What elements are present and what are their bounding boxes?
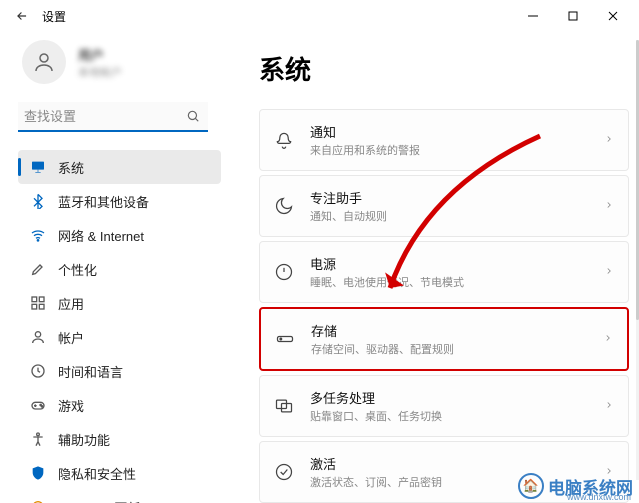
multi-icon — [274, 396, 294, 416]
chevron-right-icon — [603, 333, 613, 346]
clock-icon — [30, 363, 46, 379]
sidebar-item-label: 个性化 — [58, 260, 97, 279]
maximize-button[interactable] — [553, 0, 593, 32]
storage-icon — [275, 329, 295, 349]
sidebar-item-gamepad[interactable]: 游戏 — [18, 388, 221, 422]
search-icon — [186, 109, 200, 128]
card-sub: 来自应用和系统的警报 — [310, 142, 588, 158]
back-button[interactable] — [6, 0, 38, 32]
card-title: 通知 — [310, 122, 588, 141]
sidebar-item-shield[interactable]: 隐私和安全性 — [18, 456, 221, 490]
chevron-right-icon — [604, 400, 614, 413]
avatar — [22, 40, 66, 84]
settings-card-bell[interactable]: 通知来自应用和系统的警报 — [259, 109, 629, 171]
card-sub: 贴靠窗口、桌面、任务切换 — [310, 408, 588, 424]
sidebar-item-wifi[interactable]: 网络 & Internet — [18, 218, 221, 252]
chevron-right-icon — [604, 266, 614, 279]
close-button[interactable] — [593, 0, 633, 32]
sidebar-item-label: Windows 更新 — [58, 498, 140, 503]
brush-icon — [30, 261, 46, 277]
settings-card-list: 通知来自应用和系统的警报专注助手通知、自动规则电源睡眠、电池使用情况、节电模式存… — [259, 109, 629, 503]
sidebar-item-label: 辅助功能 — [58, 430, 110, 449]
sidebar-item-accessibility[interactable]: 辅助功能 — [18, 422, 221, 456]
bell-icon — [274, 130, 294, 150]
shield-icon — [30, 465, 46, 481]
sidebar-item-label: 网络 & Internet — [58, 226, 144, 245]
apps-icon — [30, 295, 46, 311]
person-icon — [30, 329, 46, 345]
sidebar-item-bluetooth[interactable]: 蓝牙和其他设备 — [18, 184, 221, 218]
chevron-right-icon — [604, 134, 614, 147]
check-icon — [274, 462, 294, 482]
settings-card-moon[interactable]: 专注助手通知、自动规则 — [259, 175, 629, 237]
user-block[interactable]: 用户 本地帐户 — [18, 40, 235, 84]
sidebar-item-brush[interactable]: 个性化 — [18, 252, 221, 286]
card-title: 专注助手 — [310, 188, 588, 207]
gamepad-icon — [30, 397, 46, 413]
moon-icon — [274, 196, 294, 216]
settings-card-storage[interactable]: 存储存储空间、驱动器、配置规则 — [259, 307, 629, 371]
search-input[interactable] — [18, 102, 208, 132]
sidebar-item-person[interactable]: 帐户 — [18, 320, 221, 354]
sidebar-item-label: 蓝牙和其他设备 — [58, 192, 149, 211]
sidebar-item-clock[interactable]: 时间和语言 — [18, 354, 221, 388]
sidebar-item-monitor[interactable]: 系统 — [18, 150, 221, 184]
watermark: 🏠 电脑系统网 www.dnxtw.com — [518, 473, 633, 499]
sidebar-item-label: 系统 — [58, 158, 84, 177]
chevron-right-icon — [604, 200, 614, 213]
sidebar-item-label: 游戏 — [58, 396, 84, 415]
power-icon — [274, 262, 294, 282]
card-sub: 存储空间、驱动器、配置规则 — [311, 341, 587, 357]
update-icon — [30, 499, 46, 503]
card-title: 电源 — [310, 254, 588, 273]
page-title: 系统 — [259, 50, 629, 87]
user-name: 用户 — [78, 45, 122, 64]
sidebar-item-label: 帐户 — [58, 328, 84, 347]
sidebar-nav: 系统蓝牙和其他设备网络 & Internet 个性化应用帐户时间和语言游戏辅助功能… — [18, 150, 235, 503]
card-sub: 睡眠、电池使用情况、节电模式 — [310, 274, 588, 290]
card-title: 激活 — [310, 454, 588, 473]
settings-card-multi[interactable]: 多任务处理贴靠窗口、桌面、任务切换 — [259, 375, 629, 437]
wifi-icon — [30, 227, 46, 243]
house-icon: 🏠 — [518, 473, 544, 499]
card-title: 存储 — [311, 321, 587, 340]
card-title: 多任务处理 — [310, 388, 588, 407]
sidebar-item-update[interactable]: Windows 更新 — [18, 490, 221, 503]
window-title: 设置 — [42, 8, 66, 25]
sidebar-item-label: 时间和语言 — [58, 362, 123, 381]
minimize-button[interactable] — [513, 0, 553, 32]
sidebar-item-apps[interactable]: 应用 — [18, 286, 221, 320]
sidebar-item-label: 应用 — [58, 294, 84, 313]
settings-card-power[interactable]: 电源睡眠、电池使用情况、节电模式 — [259, 241, 629, 303]
card-sub: 通知、自动规则 — [310, 208, 588, 224]
bluetooth-icon — [30, 193, 46, 209]
monitor-icon — [30, 159, 46, 175]
sidebar-item-label: 隐私和安全性 — [58, 464, 136, 483]
accessibility-icon — [30, 431, 46, 447]
user-sub: 本地帐户 — [78, 64, 122, 80]
